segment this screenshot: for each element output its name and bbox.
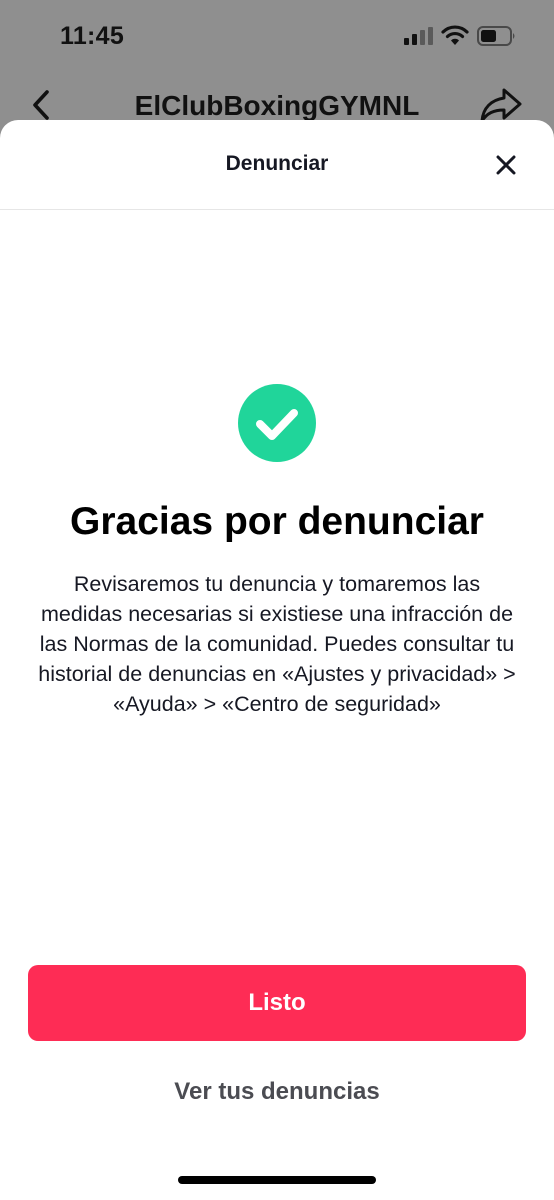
home-indicator <box>178 1176 376 1184</box>
profile-header: ElClubBoxingGYMNL <box>0 76 554 126</box>
signal-icon <box>404 27 433 45</box>
wifi-icon <box>441 25 469 45</box>
thanks-message: Revisaremos tu denuncia y tomaremos las … <box>38 572 516 716</box>
view-reports-link[interactable]: Ver tus denuncias <box>0 1078 554 1106</box>
screen: 11:45 ElClubBoxingGYMNL Denunciar Gracia… <box>0 0 554 1200</box>
check-icon <box>256 409 298 440</box>
success-badge <box>238 384 316 462</box>
profile-name: ElClubBoxingGYMNL <box>134 90 420 121</box>
status-time: 11:45 <box>60 22 125 50</box>
sheet-title: Denunciar <box>225 152 329 175</box>
share-icon[interactable] <box>478 86 524 124</box>
thanks-headline: Gracias por denunciar <box>70 500 484 543</box>
battery-icon <box>477 26 515 46</box>
done-button[interactable]: Listo <box>28 965 526 1041</box>
status-bar: 11:45 <box>0 0 554 76</box>
sheet-header: Denunciar <box>0 120 554 210</box>
close-icon[interactable] <box>490 149 522 181</box>
report-sheet: Denunciar Gracias por denunciar Revisare… <box>0 120 554 1200</box>
